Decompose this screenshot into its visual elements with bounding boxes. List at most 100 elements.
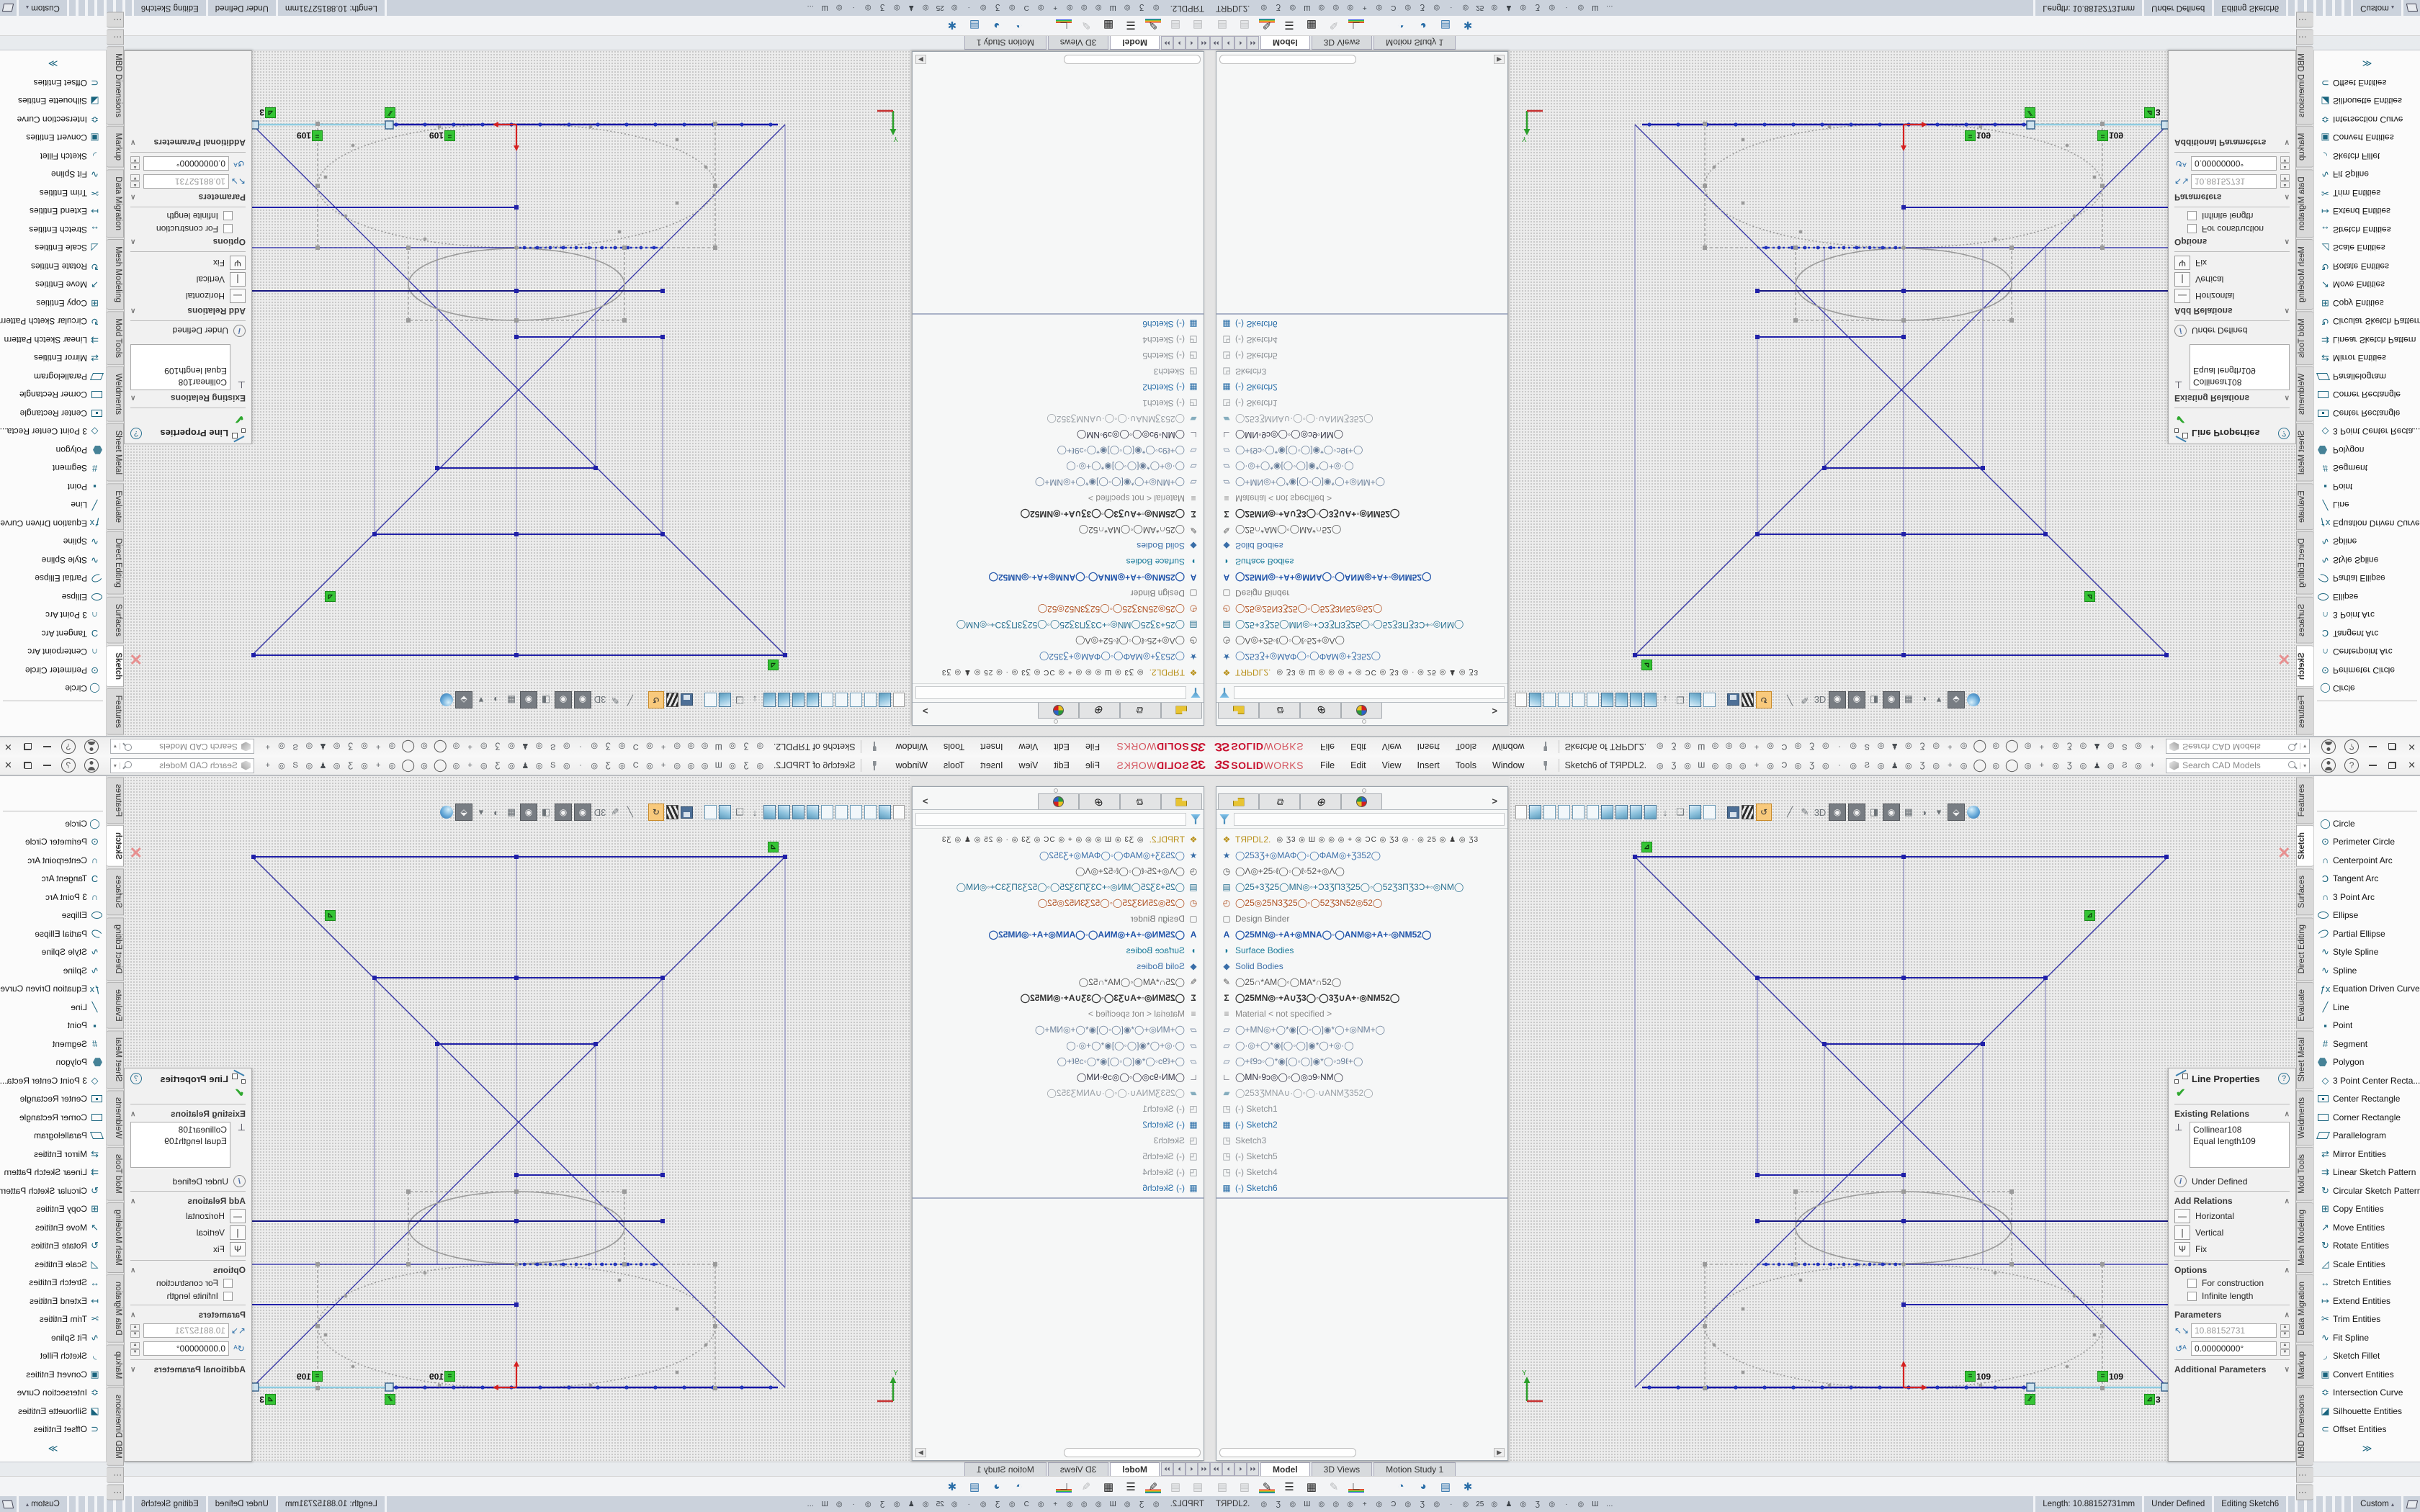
sketch-tool-item[interactable]: ↦ Extend Entities <box>0 202 106 221</box>
tree-row[interactable]: ▢ Design Binder <box>1219 911 1507 927</box>
document-tab[interactable]: Motion Study 1 <box>1373 36 1456 50</box>
toolbar-icon[interactable]: ◎ <box>643 742 655 752</box>
tree-row[interactable]: ◳ Sketch3 <box>913 364 1201 379</box>
layer-toolbar-icon[interactable]: ▦ <box>1101 1480 1116 1493</box>
relation-list-item[interactable]: Equal length109 <box>2193 365 2286 377</box>
layer-toolbar-icon[interactable]: ∟ <box>1056 19 1072 32</box>
view-toolbar-icon[interactable] <box>763 693 776 707</box>
toolbar-icon[interactable]: ◎ <box>450 761 462 770</box>
layer-toolbar-icon[interactable]: ✱ <box>1460 19 1476 32</box>
relation-list-item[interactable]: Collinear108 <box>134 377 227 388</box>
view-toolbar-icon[interactable]: ↓ <box>748 804 761 820</box>
restore-button[interactable] <box>24 762 32 769</box>
tab-nav-icon[interactable]: ⏴ <box>1186 1462 1198 1476</box>
toolbar-icon[interactable]: ◎ <box>303 742 315 752</box>
sketch-tool-item[interactable]: ⊙ Perimeter Circle <box>2314 833 2420 852</box>
sketch-tool-item[interactable]: Ɔ Tangent Arc <box>0 870 106 888</box>
filter-input[interactable] <box>915 813 1186 826</box>
status-custom-dropdown[interactable]: Custom ▴ <box>2351 1496 2401 1512</box>
spinner[interactable]: ▲▼ <box>2280 175 2290 189</box>
toolbar-icon[interactable]: Ʒ <box>2063 742 2076 751</box>
toolbar-icon[interactable]: Ʒ <box>740 742 753 751</box>
view-toolbar-icon[interactable] <box>864 693 877 707</box>
sketch-tool-item[interactable]: ⇄ Mirror Entities <box>2314 1145 2420 1164</box>
tree-row[interactable]: ◳ (-) Sketch5 <box>913 348 1201 364</box>
toolbar-icon[interactable]: Ʒ <box>344 761 357 770</box>
sketch-tool-item[interactable]: ▪ Point <box>0 1017 106 1035</box>
toolbar-icon[interactable]: + <box>464 742 476 751</box>
sketch-tool-item[interactable]: ⊙ Perimeter Circle <box>0 661 106 680</box>
toolbar-icon[interactable]: ◎ <box>1654 761 1666 770</box>
tree-row[interactable]: ✎ ◯25∩*ΑΜ◯◦◯ΜΑ*∩52◯ <box>1219 974 1507 990</box>
view-toolbar-icon[interactable] <box>1689 805 1701 819</box>
tree-row[interactable]: ◷ ◯Λ◎+25◦ℓ◯◦◯ℓ◦52+◎Λ◯ <box>913 633 1201 649</box>
toolbar-icon[interactable]: Ʒ <box>1667 761 1680 770</box>
toolbar-icon[interactable]: ◎ <box>1902 742 1914 752</box>
view-toolbar-icon[interactable]: ◉ <box>555 804 572 821</box>
toolbar-icon[interactable]: Ш <box>1695 742 1708 751</box>
view-toolbar-icon[interactable]: ◉ <box>1829 804 1846 821</box>
tree-row[interactable]: ◳ Sketch3 <box>1219 364 1507 379</box>
account-icon[interactable] <box>2321 758 2336 773</box>
view-toolbar-icon[interactable]: ✎ <box>609 692 622 708</box>
sketch-tool-item[interactable]: ⊂ Offset Entities <box>2314 1421 2420 1439</box>
view-toolbar-icon[interactable] <box>1630 693 1642 707</box>
toolbar-icon[interactable]: + <box>2146 761 2159 770</box>
toolbar-icon[interactable]: Ƨ <box>1861 761 1873 770</box>
view-toolbar-icon[interactable] <box>864 805 877 819</box>
tree-row[interactable]: Σ ◯25ΜΝ◎◦+Α∪Ʒ3◯◦◯3Ʒ∪Α+◦◎ΝΜ52◯ <box>913 990 1201 1006</box>
sketch-tool-item[interactable]: ↦ Extend Entities <box>0 1292 106 1310</box>
relation-list-item[interactable]: Collinear108 <box>2193 377 2286 388</box>
sketch-tool-item[interactable]: Corner Rectangle <box>2314 386 2420 405</box>
command-tab[interactable]: Surfaces <box>2296 597 2313 644</box>
sketch-tool-item[interactable]: ⇄ Mirror Entities <box>0 1145 106 1164</box>
tree-row[interactable]: ◴ ◯25◎25Ν3Ʒ25◯◦◯52Ʒ3Ν52◎52◯ <box>913 601 1201 617</box>
tree-row[interactable]: ∟ ◯ΜΝ◦9ɔ◎◯◦◯◎ɔ9◦ΝΜ◯ <box>1219 1069 1507 1085</box>
toolbar-icon[interactable]: ◯ <box>431 758 448 773</box>
layer-toolbar-icon[interactable]: ▤ <box>1237 1480 1252 1493</box>
status-custom-dropdown[interactable]: Custom ▴ <box>2351 0 2401 16</box>
toolbar-icon[interactable]: Ɔ <box>629 742 642 751</box>
toolbar-icon[interactable]: ◎ <box>1875 761 1887 770</box>
tree-tab[interactable]: ⊕ <box>1300 793 1341 809</box>
view-toolbar-icon[interactable]: 3D <box>1814 804 1827 820</box>
toolbar-icon[interactable]: ◎ <box>506 742 518 752</box>
relation-badge[interactable]: = 109 <box>1965 130 1991 141</box>
relation-badge[interactable]: ⊿ <box>1641 842 1653 852</box>
filter-input[interactable] <box>1234 687 1505 700</box>
menu-item[interactable]: Edit <box>1344 739 1373 754</box>
sketch-tool-item[interactable]: ◇ 3 Point Center Recta... <box>0 423 106 441</box>
relation-badge[interactable]: ⊿ <box>1641 660 1653 670</box>
collapse-chevron-icon[interactable]: ∧ <box>130 1110 135 1118</box>
command-tab[interactable]: Sheet Metal <box>2296 1030 2313 1089</box>
sketch-tool-item[interactable]: ≎ Intersection Curve <box>2314 1384 2420 1403</box>
relation-button[interactable]: ❘ <box>2174 1225 2190 1240</box>
relation-button[interactable]: Ψ <box>230 1242 246 1256</box>
menu-expand-chevron-icon[interactable]: ≫ <box>0 58 106 69</box>
sketch-tool-item[interactable]: ∿ Style Spline <box>0 551 106 570</box>
menu-item[interactable]: Edit <box>1344 758 1373 773</box>
tree-row[interactable]: ≡ Material < not specified > <box>1219 490 1507 506</box>
window-grip[interactable] <box>1054 719 1058 724</box>
sketch-tool-item[interactable]: Ellipse <box>2314 588 2420 606</box>
view-toolbar-icon[interactable] <box>719 805 731 819</box>
tree-row[interactable]: ◆ Solid Bodies <box>913 538 1201 554</box>
parameter-input[interactable]: 0.00000000° <box>143 1341 229 1356</box>
view-toolbar-icon[interactable] <box>1967 806 1980 819</box>
view-toolbar-icon[interactable]: ❏ <box>733 804 746 820</box>
sketch-tool-item[interactable]: Center Rectangle <box>0 1090 106 1109</box>
view-toolbar-icon[interactable]: ⬙ <box>455 691 472 708</box>
filter-input[interactable] <box>1234 813 1505 826</box>
search-icon[interactable] <box>122 760 133 770</box>
menu-item[interactable]: View <box>1376 758 1408 773</box>
tree-row[interactable]: ∟ ◯ΜΝ◦9ɔ◎◯◦◯◎ɔ9◦ΝΜ◯ <box>913 427 1201 443</box>
relation-button[interactable]: ❘ <box>2174 272 2190 287</box>
command-tab[interactable]: Weldments <box>107 1090 124 1146</box>
toolbar-icon[interactable]: Ʒ <box>602 742 614 751</box>
minimize-button[interactable] <box>2369 765 2377 766</box>
toolbar-icon[interactable]: ◎ <box>1958 742 1970 752</box>
view-toolbar-icon[interactable]: ❏ <box>1674 804 1687 820</box>
tab-nav-icon[interactable]: ⏵ <box>1234 36 1247 50</box>
view-toolbar-icon[interactable]: ⬙ <box>455 804 472 821</box>
search-dropdown-arrow[interactable]: ▾ <box>114 762 120 769</box>
